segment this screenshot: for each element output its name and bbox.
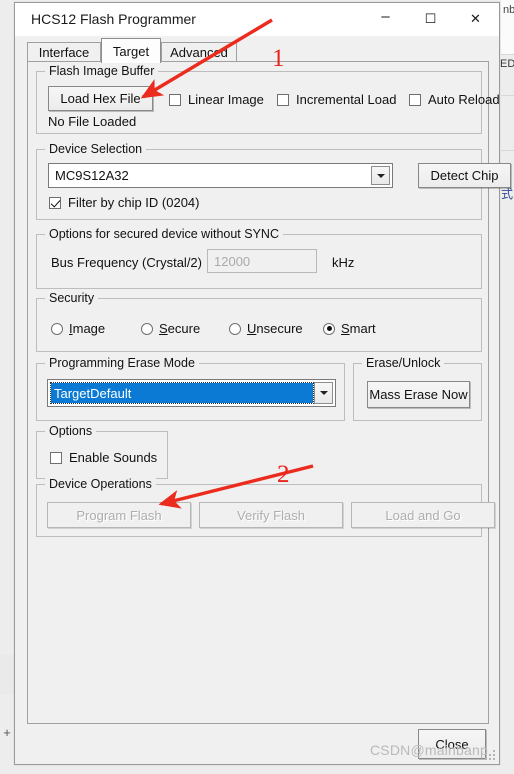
bus-frequency-label: Bus Frequency (Crystal/2) <box>51 255 202 270</box>
security-radio-unsecure[interactable]: Unsecure <box>229 321 303 336</box>
security-radio-unsecure-label: Unsecure <box>247 321 303 336</box>
erase-mode-combobox[interactable]: TargetDefault <box>47 379 336 407</box>
erase-mode-combobox-value: TargetDefault <box>50 382 314 404</box>
linear-image-checkbox-box <box>169 93 181 106</box>
security-group: Security Image Secure Unsecure Smart <box>36 291 482 352</box>
enable-sounds-checkbox[interactable]: Enable Sounds <box>50 450 157 465</box>
security-radio-smart-accel: S <box>341 321 350 336</box>
background-plus-icon: + <box>3 725 11 740</box>
close-window-button[interactable]: ✕ <box>453 3 498 34</box>
security-radio-secure[interactable]: Secure <box>141 321 200 336</box>
auto-reload-label: Auto Reload <box>428 92 500 107</box>
filter-by-chip-id-checkbox[interactable]: Filter by chip ID (0204) <box>49 195 200 210</box>
secured-device-options-group: Options for secured device without SYNC … <box>36 227 482 289</box>
security-radio-image-label: Image <box>69 321 105 336</box>
erase-unlock-legend: Erase/Unlock <box>362 356 445 370</box>
device-combobox-chevron-down-icon[interactable] <box>371 166 390 185</box>
tab-advanced[interactable]: Advanced <box>161 42 237 62</box>
security-radio-unsecure-rest: nsecure <box>256 321 303 336</box>
detect-chip-button[interactable]: Detect Chip <box>418 163 511 188</box>
flash-image-buffer-group: Flash Image Buffer Load Hex File Linear … <box>36 64 500 134</box>
minimize-icon: – <box>381 7 390 25</box>
erase-unlock-group: Erase/Unlock Mass Erase Now <box>353 356 482 421</box>
security-radio-secure-dot <box>141 322 153 335</box>
maximize-button[interactable]: ☐ <box>408 3 453 34</box>
program-flash-button[interactable]: Program Flash <box>47 502 191 528</box>
device-operations-group: Device Operations Program Flash Verify F… <box>36 477 495 537</box>
erase-mode-combobox-chevron-down-icon[interactable] <box>314 382 333 404</box>
background-divider-3 <box>501 150 514 151</box>
background-panel-left <box>0 655 14 695</box>
linear-image-label: Linear Image <box>188 92 264 107</box>
security-radio-image-rest: mage <box>72 321 106 336</box>
tab-interface[interactable]: Interface <box>27 42 101 62</box>
secured-device-options-legend: Options for secured device without SYNC <box>45 227 283 241</box>
device-combobox-value: MC9S12A32 <box>55 168 129 183</box>
close-icon: ✕ <box>470 11 481 26</box>
verify-flash-button[interactable]: Verify Flash <box>199 502 343 528</box>
background-divider <box>501 54 514 55</box>
device-operations-legend: Device Operations <box>45 477 156 491</box>
programming-erase-mode-legend: Programming Erase Mode <box>45 356 199 370</box>
linear-image-checkbox[interactable]: Linear Image <box>169 92 264 107</box>
window-title: HCS12 Flash Programmer <box>31 11 196 27</box>
bus-frequency-unit: kHz <box>332 255 355 270</box>
background-divider-2 <box>501 95 514 96</box>
load-hex-file-button[interactable]: Load Hex File <box>48 86 153 111</box>
security-legend: Security <box>45 291 99 305</box>
security-radio-unsecure-accel: U <box>247 321 257 336</box>
security-radio-unsecure-dot <box>229 322 241 335</box>
device-selection-group: Device Selection MC9S12A32 Detect Chip F… <box>36 142 511 220</box>
mass-erase-now-button[interactable]: Mass Erase Now <box>367 381 470 408</box>
annotation-number-2: 2 <box>277 461 290 488</box>
filter-by-chip-id-checkbox-box <box>49 196 61 209</box>
security-radio-smart-dot <box>323 322 335 335</box>
incremental-load-checkbox-box <box>277 93 289 106</box>
incremental-load-label: Incremental Load <box>296 92 397 107</box>
target-tab-panel: Flash Image Buffer Load Hex File Linear … <box>27 61 511 724</box>
file-load-status: No File Loaded <box>48 114 137 129</box>
tab-strip: Interface Target Advanced <box>27 38 489 63</box>
hcs12-flash-programmer-window: HCS12 Flash Programmer – ☐ ✕ Interface T… <box>14 2 511 765</box>
security-radio-secure-accel: S <box>159 321 168 336</box>
security-radio-smart[interactable]: Smart <box>323 321 376 336</box>
options-legend: Options <box>45 424 97 438</box>
programming-erase-mode-group: Programming Erase Mode TargetDefault <box>36 356 345 421</box>
background-text-fragment-1: ED <box>500 58 514 70</box>
security-radio-smart-rest: mart <box>349 321 376 336</box>
auto-reload-checkbox[interactable]: Auto Reload <box>409 92 500 107</box>
resize-grip[interactable] <box>483 748 496 761</box>
tab-target[interactable]: Target <box>101 38 161 63</box>
bus-frequency-input[interactable]: 12000 <box>207 249 317 273</box>
load-and-go-button[interactable]: Load and Go <box>351 502 495 528</box>
security-radio-secure-label: Secure <box>159 321 200 336</box>
flash-image-buffer-legend: Flash Image Buffer <box>45 64 159 78</box>
security-radio-image[interactable]: Image <box>51 321 105 336</box>
enable-sounds-checkbox-box <box>50 451 62 464</box>
incremental-load-checkbox[interactable]: Incremental Load <box>277 92 396 107</box>
options-group: Options Enable Sounds <box>36 424 168 479</box>
device-combobox[interactable]: MC9S12A32 <box>48 163 393 188</box>
screen: ED 式 nb + HCS12 Flash Programmer – ☐ ✕ I… <box>0 0 514 774</box>
security-radio-image-dot <box>51 322 63 335</box>
annotation-number-1: 1 <box>272 45 285 72</box>
maximize-icon: ☐ <box>424 11 437 26</box>
window-titlebar[interactable]: HCS12 Flash Programmer – ☐ ✕ <box>15 3 499 37</box>
enable-sounds-label: Enable Sounds <box>69 450 158 465</box>
background-text-fragment-3: nb <box>503 4 514 16</box>
security-radio-secure-rest: ecure <box>167 321 201 336</box>
security-radio-smart-label: Smart <box>341 321 376 336</box>
minimize-button[interactable]: – <box>363 3 408 34</box>
watermark-text: CSDN@mainbanp <box>370 742 488 758</box>
auto-reload-checkbox-box <box>409 93 421 106</box>
device-selection-legend: Device Selection <box>45 142 147 156</box>
filter-by-chip-id-label: Filter by chip ID (0204) <box>68 195 200 210</box>
